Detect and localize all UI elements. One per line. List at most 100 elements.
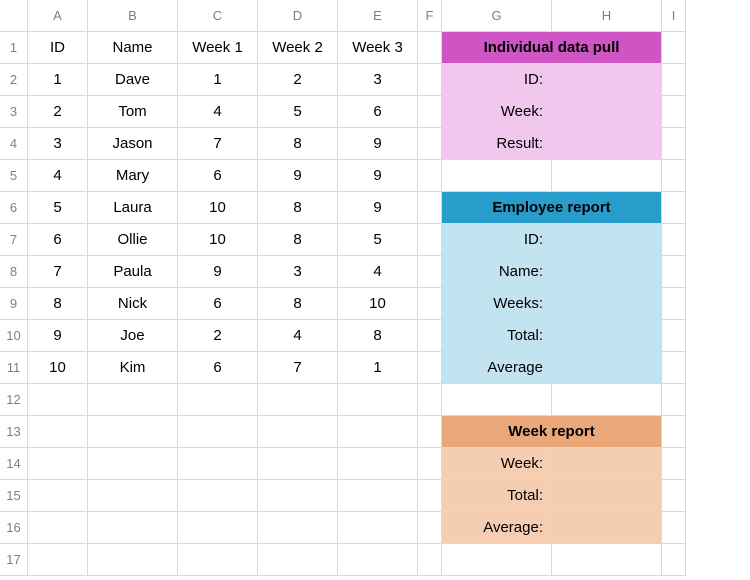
cell-G12[interactable]	[442, 384, 552, 416]
week-total-value[interactable]	[552, 480, 662, 512]
row-header-11[interactable]: 11	[0, 352, 28, 384]
employee-id-value[interactable]	[552, 224, 662, 256]
cell-F4[interactable]	[418, 128, 442, 160]
cell-A10[interactable]: 9	[28, 320, 88, 352]
individual-week-value[interactable]	[552, 96, 662, 128]
week-week-label[interactable]: Week:	[442, 448, 552, 480]
cell-B1[interactable]: Name	[88, 32, 178, 64]
cell-F11[interactable]	[418, 352, 442, 384]
cell-I1[interactable]	[662, 32, 686, 64]
cell-E4[interactable]: 9	[338, 128, 418, 160]
cell-H12[interactable]	[552, 384, 662, 416]
cell-D13[interactable]	[258, 416, 338, 448]
cell-C14[interactable]	[178, 448, 258, 480]
individual-id-label[interactable]: ID:	[442, 64, 552, 96]
week-week-value[interactable]	[552, 448, 662, 480]
cell-C1[interactable]: Week 1	[178, 32, 258, 64]
cell-I16[interactable]	[662, 512, 686, 544]
row-header-12[interactable]: 12	[0, 384, 28, 416]
cell-E2[interactable]: 3	[338, 64, 418, 96]
col-header-E[interactable]: E	[338, 0, 418, 32]
cell-B2[interactable]: Dave	[88, 64, 178, 96]
cell-C3[interactable]: 4	[178, 96, 258, 128]
cell-I12[interactable]	[662, 384, 686, 416]
cell-B12[interactable]	[88, 384, 178, 416]
row-header-14[interactable]: 14	[0, 448, 28, 480]
cell-E5[interactable]: 9	[338, 160, 418, 192]
cell-B8[interactable]: Paula	[88, 256, 178, 288]
cell-E12[interactable]	[338, 384, 418, 416]
cell-D5[interactable]: 9	[258, 160, 338, 192]
cell-I6[interactable]	[662, 192, 686, 224]
cell-B17[interactable]	[88, 544, 178, 576]
cell-I3[interactable]	[662, 96, 686, 128]
cell-C17[interactable]	[178, 544, 258, 576]
cell-B13[interactable]	[88, 416, 178, 448]
cell-E10[interactable]: 8	[338, 320, 418, 352]
cell-B4[interactable]: Jason	[88, 128, 178, 160]
employee-weeks-label[interactable]: Weeks:	[442, 288, 552, 320]
row-header-3[interactable]: 3	[0, 96, 28, 128]
row-header-16[interactable]: 16	[0, 512, 28, 544]
cell-A7[interactable]: 6	[28, 224, 88, 256]
cell-F2[interactable]	[418, 64, 442, 96]
cell-F14[interactable]	[418, 448, 442, 480]
cell-E3[interactable]: 6	[338, 96, 418, 128]
cell-C13[interactable]	[178, 416, 258, 448]
cell-D15[interactable]	[258, 480, 338, 512]
cell-E15[interactable]	[338, 480, 418, 512]
row-header-4[interactable]: 4	[0, 128, 28, 160]
cell-E6[interactable]: 9	[338, 192, 418, 224]
cell-C6[interactable]: 10	[178, 192, 258, 224]
cell-F9[interactable]	[418, 288, 442, 320]
cell-F5[interactable]	[418, 160, 442, 192]
cell-D12[interactable]	[258, 384, 338, 416]
cell-I14[interactable]	[662, 448, 686, 480]
cell-I4[interactable]	[662, 128, 686, 160]
col-header-G[interactable]: G	[442, 0, 552, 32]
cell-D8[interactable]: 3	[258, 256, 338, 288]
cell-I9[interactable]	[662, 288, 686, 320]
cell-F13[interactable]	[418, 416, 442, 448]
week-total-label[interactable]: Total:	[442, 480, 552, 512]
cell-G17[interactable]	[442, 544, 552, 576]
row-header-17[interactable]: 17	[0, 544, 28, 576]
col-header-I[interactable]: I	[662, 0, 686, 32]
cell-I5[interactable]	[662, 160, 686, 192]
cell-E13[interactable]	[338, 416, 418, 448]
cell-D6[interactable]: 8	[258, 192, 338, 224]
employee-id-label[interactable]: ID:	[442, 224, 552, 256]
col-header-F[interactable]: F	[418, 0, 442, 32]
cell-D9[interactable]: 8	[258, 288, 338, 320]
spreadsheet-grid[interactable]: A B C D E F G H I 1 ID Name Week 1 Week …	[0, 0, 750, 580]
cell-A5[interactable]: 4	[28, 160, 88, 192]
cell-E7[interactable]: 5	[338, 224, 418, 256]
cell-F1[interactable]	[418, 32, 442, 64]
row-header-6[interactable]: 6	[0, 192, 28, 224]
cell-A3[interactable]: 2	[28, 96, 88, 128]
cell-A11[interactable]: 10	[28, 352, 88, 384]
employee-average-label[interactable]: Average	[442, 352, 552, 384]
cell-C5[interactable]: 6	[178, 160, 258, 192]
cell-B6[interactable]: Laura	[88, 192, 178, 224]
cell-C10[interactable]: 2	[178, 320, 258, 352]
employee-name-label[interactable]: Name:	[442, 256, 552, 288]
cell-F8[interactable]	[418, 256, 442, 288]
row-header-15[interactable]: 15	[0, 480, 28, 512]
cell-B3[interactable]: Tom	[88, 96, 178, 128]
cell-E11[interactable]: 1	[338, 352, 418, 384]
cell-D3[interactable]: 5	[258, 96, 338, 128]
row-header-1[interactable]: 1	[0, 32, 28, 64]
cell-F6[interactable]	[418, 192, 442, 224]
cell-A14[interactable]	[28, 448, 88, 480]
week-average-value[interactable]	[552, 512, 662, 544]
cell-D2[interactable]: 2	[258, 64, 338, 96]
cell-F12[interactable]	[418, 384, 442, 416]
cell-A4[interactable]: 3	[28, 128, 88, 160]
cell-F16[interactable]	[418, 512, 442, 544]
row-header-5[interactable]: 5	[0, 160, 28, 192]
cell-C16[interactable]	[178, 512, 258, 544]
cell-I10[interactable]	[662, 320, 686, 352]
cell-I17[interactable]	[662, 544, 686, 576]
cell-D17[interactable]	[258, 544, 338, 576]
